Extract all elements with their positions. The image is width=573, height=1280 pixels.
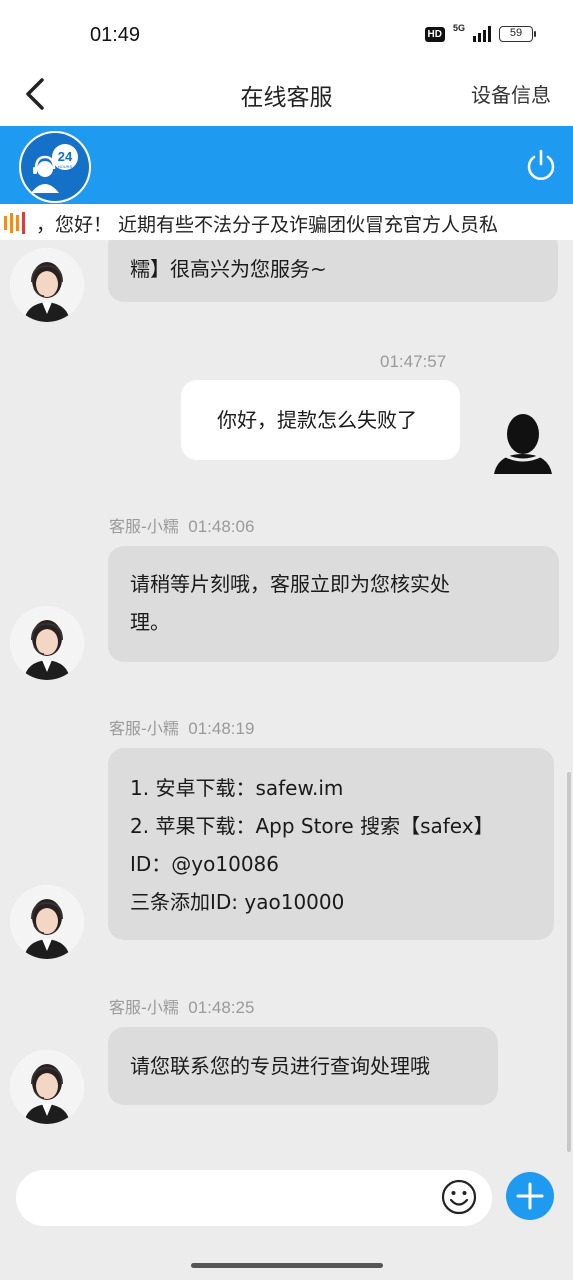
logo-number: 24 (58, 149, 73, 164)
smiley-icon (441, 1179, 477, 1215)
message-text: 你好，提款怎么失败了 (217, 408, 417, 432)
message-time: 01:48:25 (188, 998, 255, 1017)
plus-icon (516, 1182, 544, 1210)
battery-level: 59 (509, 27, 523, 39)
announcement-marquee: ，您好！ 近期有些不法分子及诈骗团伙冒充官方人员私 (0, 204, 573, 240)
message-line: 请稍等片刻哦，客服立即为您核实处 (130, 572, 450, 596)
agent-avatar[interactable] (10, 885, 84, 959)
announcement-text: ，您好！ 近期有些不法分子及诈骗团伙冒充官方人员私 (36, 214, 499, 236)
agent-avatar[interactable] (10, 248, 84, 322)
signal-icon (473, 26, 491, 42)
system-nav-area (0, 1244, 573, 1280)
message-line: 三条添加ID: yao10000 (130, 890, 345, 914)
agent-avatar-image (10, 885, 84, 959)
message-line: ID：@yo10086 (130, 852, 279, 876)
device-info-button[interactable]: 设备信息 (471, 79, 551, 108)
status-icons: HD 5G 59 (424, 23, 536, 42)
network-type: 5G (452, 23, 465, 33)
add-attachment-button[interactable] (506, 1172, 554, 1220)
agent-avatar-image (10, 1050, 84, 1124)
message-line: 2. 苹果下载：App Store 搜索【safex】 (130, 814, 494, 838)
agent-avatar[interactable] (10, 606, 84, 680)
power-button[interactable] (525, 148, 557, 182)
agent-name: 客服-小糯 (109, 517, 179, 536)
message-time: 01:48:06 (188, 517, 255, 536)
message-time: 01:48:19 (188, 719, 255, 738)
user-silhouette-icon (494, 414, 552, 474)
support-logo: 24 HOURS (16, 128, 94, 206)
message-bubble-agent: 请稍等片刻哦，客服立即为您核实处 理。 (108, 546, 559, 662)
message-bubble-user: 你好，提款怎么失败了 (181, 380, 460, 460)
message-meta: 客服-小糯 01:48:06 (109, 513, 254, 537)
battery-icon: 59 (499, 26, 536, 42)
chat-scrollbar[interactable] (567, 772, 571, 1152)
message-bubble-agent: 请您联系您的专员进行查询处理哦 (108, 1027, 498, 1105)
agent-avatar-image (10, 248, 84, 322)
power-icon (527, 149, 555, 180)
nav-bar: 在线客服 设备信息 (0, 60, 573, 126)
message-meta: 客服-小糯 01:48:25 (109, 994, 254, 1018)
status-time: 01:49 (90, 24, 141, 46)
hd-icon: HD (424, 26, 445, 42)
message-meta: 客服-小糯 01:48:19 (109, 715, 254, 739)
message-bubble-agent: 糯】很高兴为您服务~ (108, 240, 558, 302)
headset-24h-icon: 24 HOURS (21, 133, 89, 201)
message-time: 01:47:57 (380, 352, 447, 371)
message-input[interactable] (16, 1170, 492, 1226)
agent-name: 客服-小糯 (109, 719, 179, 738)
user-avatar[interactable] (490, 410, 556, 476)
agent-name: 客服-小糯 (109, 998, 179, 1017)
sound-wave-icon (4, 212, 25, 234)
agent-avatar-image (10, 606, 84, 680)
home-indicator[interactable] (191, 1263, 383, 1268)
message-line: 请您联系您的专员进行查询处理哦 (130, 1054, 430, 1078)
message-bubble-agent: 1. 安卓下载：safew.im 2. 苹果下载：App Store 搜索【sa… (108, 748, 554, 940)
input-bar (0, 1154, 573, 1244)
logo-word: HOURS (58, 164, 73, 169)
emoji-button[interactable] (440, 1178, 478, 1216)
message-line: 理。 (130, 610, 170, 634)
message-line: 1. 安卓下载：safew.im (130, 776, 344, 800)
chat-area[interactable]: 糯】很高兴为您服务~ 01:47:57 你好，提款怎么失败了 客服-小糯 01:… (0, 240, 573, 1154)
message-text: 糯】很高兴为您服务~ (130, 257, 327, 281)
agent-avatar[interactable] (10, 1050, 84, 1124)
